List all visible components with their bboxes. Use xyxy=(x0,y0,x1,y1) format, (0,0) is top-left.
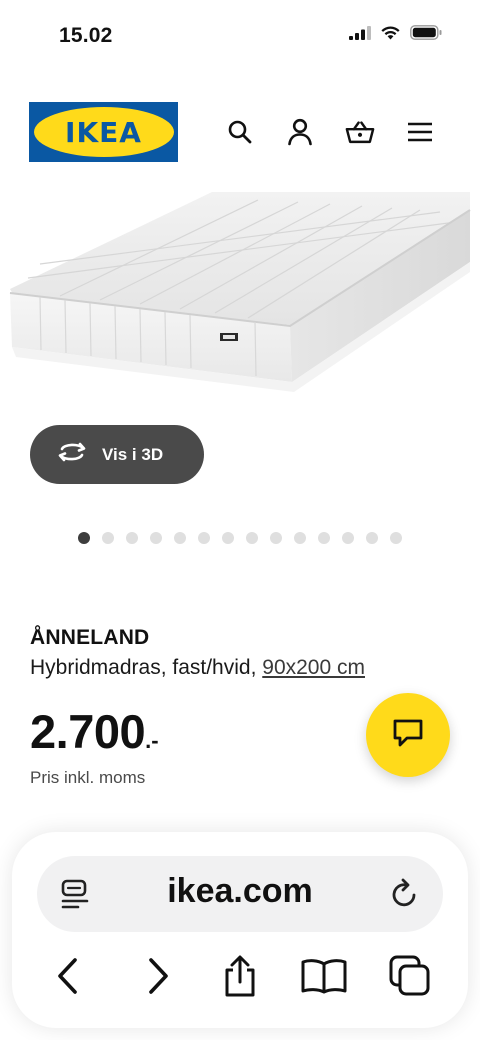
tabs-icon[interactable] xyxy=(382,948,438,1004)
forward-icon[interactable] xyxy=(130,948,186,1004)
carousel-dot[interactable] xyxy=(174,532,186,544)
bookmarks-icon[interactable] xyxy=(296,948,352,1004)
carousel-dot[interactable] xyxy=(198,532,210,544)
status-icons xyxy=(349,25,442,45)
carousel-dot[interactable] xyxy=(294,532,306,544)
back-icon[interactable] xyxy=(40,948,96,1004)
image-carousel-dots xyxy=(78,532,402,544)
size-link[interactable]: 90x200 cm xyxy=(262,656,365,679)
search-icon[interactable] xyxy=(225,117,255,147)
logo-text: IKEA xyxy=(65,115,142,149)
carousel-dot[interactable] xyxy=(246,532,258,544)
carousel-dot[interactable] xyxy=(318,532,330,544)
reload-icon[interactable] xyxy=(387,876,423,912)
chat-button[interactable] xyxy=(366,693,450,777)
product-description: Hybridmadras, fast/hvid, 90x200 cm xyxy=(30,656,365,680)
price-note: Pris inkl. moms xyxy=(30,768,146,787)
carousel-dot[interactable] xyxy=(366,532,378,544)
logo-oval: IKEA xyxy=(33,107,174,157)
product-type: Hybridmadras, fast/hvid, xyxy=(30,656,263,679)
ikea-logo[interactable]: IKEA xyxy=(29,102,178,162)
carousel-dot[interactable] xyxy=(102,532,114,544)
carousel-dot[interactable] xyxy=(222,532,234,544)
browser-nav xyxy=(12,948,468,1004)
view-3d-button[interactable]: Vis i 3D xyxy=(30,425,204,484)
status-bar: 15.02 xyxy=(0,0,480,72)
carousel-dot[interactable] xyxy=(270,532,282,544)
cellular-signal-icon xyxy=(349,25,371,45)
product-price: 2.700 .- xyxy=(30,704,159,759)
price-amount: 2.700 xyxy=(30,705,146,758)
url-text: ikea.com xyxy=(167,872,313,910)
rotate-3d-icon xyxy=(56,441,88,468)
carousel-dot[interactable] xyxy=(342,532,354,544)
carousel-dot[interactable] xyxy=(390,532,402,544)
product-name: ÅNNELAND xyxy=(30,626,150,649)
carousel-dot[interactable] xyxy=(150,532,162,544)
carousel-dot[interactable] xyxy=(126,532,138,544)
carousel-dot[interactable] xyxy=(78,532,90,544)
price-suffix: .- xyxy=(145,728,159,753)
shopping-basket-icon[interactable] xyxy=(345,117,375,147)
status-time: 15.02 xyxy=(59,24,113,47)
wifi-icon xyxy=(380,25,401,45)
battery-icon xyxy=(410,25,442,45)
browser-toolbar: ikea.com xyxy=(12,832,468,1028)
chat-bubble-icon xyxy=(392,718,424,753)
view-3d-label: Vis i 3D xyxy=(102,444,164,464)
site-header: IKEA xyxy=(0,100,480,164)
account-icon[interactable] xyxy=(285,117,315,147)
share-icon[interactable] xyxy=(212,948,268,1004)
address-bar[interactable]: ikea.com xyxy=(37,856,443,932)
menu-icon[interactable] xyxy=(405,117,435,147)
